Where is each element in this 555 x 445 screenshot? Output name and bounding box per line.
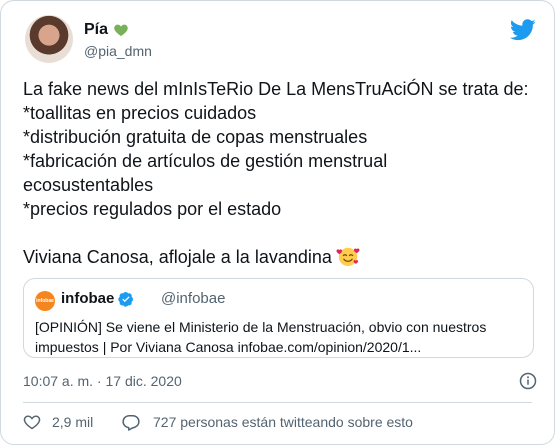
like-count[interactable]: 2,9 mil [52, 414, 93, 430]
tweet-line: *toallitas en precios cuidados [23, 103, 257, 123]
info-icon[interactable] [519, 372, 537, 390]
tweet-timestamp[interactable]: 10:07 a. m. · 17 dic. 2020 [23, 373, 182, 389]
divider [23, 402, 532, 403]
author-name-text: Pía [84, 21, 109, 38]
heart-outline-icon[interactable] [23, 414, 41, 430]
avatar[interactable] [25, 15, 73, 63]
author-handle[interactable]: @pia_dmn [84, 43, 152, 59]
tweet-line: La fake news del mInIsTeRio De La MensTr… [23, 79, 529, 99]
quoted-author-name-text: infobae [61, 290, 115, 307]
quoted-line: impuestos | Por Viviana Canosa infobae.c… [35, 339, 422, 355]
tweet-line: ecosustentables [23, 175, 154, 195]
tweet-line: *distribución gratuita de copas menstrua… [23, 127, 368, 147]
tweet-closing-line: Viviana Canosa, aflojale a la lavandina [23, 245, 543, 269]
smiling-face-with-hearts-icon [336, 247, 360, 267]
verified-badge-icon [118, 291, 134, 307]
quoted-tweet[interactable]: infobae infobae @infobae [OPINIÓN] Se vi… [23, 278, 534, 358]
quoted-line: [OPINIÓN] Se viene el Ministerio de la M… [35, 319, 487, 335]
quoted-author-name: infobae [61, 290, 134, 307]
twitter-bird-icon[interactable] [510, 19, 536, 41]
quoted-tweet-text: [OPINIÓN] Se viene el Ministerio de la M… [35, 317, 525, 357]
tweet-line: *precios regulados por el estado [23, 199, 282, 219]
reply-icon[interactable] [122, 414, 140, 431]
quoted-author-handle: @infobae [161, 290, 226, 307]
infobae-logo: infobae [35, 291, 55, 311]
tweet-card: Pía @pia_dmn La fake news del mInIsTeRio… [0, 0, 555, 445]
tweet-text: La fake news del mInIsTeRio De La MensTr… [23, 77, 543, 269]
closing-text: Viviana Canosa, aflojale a la lavandina [23, 247, 332, 267]
tweet-line: *fabricación de artículos de gestión men… [23, 151, 388, 171]
author-name[interactable]: Pía [84, 21, 129, 39]
green-heart-icon [114, 24, 128, 36]
conversation-link[interactable]: 727 personas están twitteando sobre esto [153, 414, 413, 430]
